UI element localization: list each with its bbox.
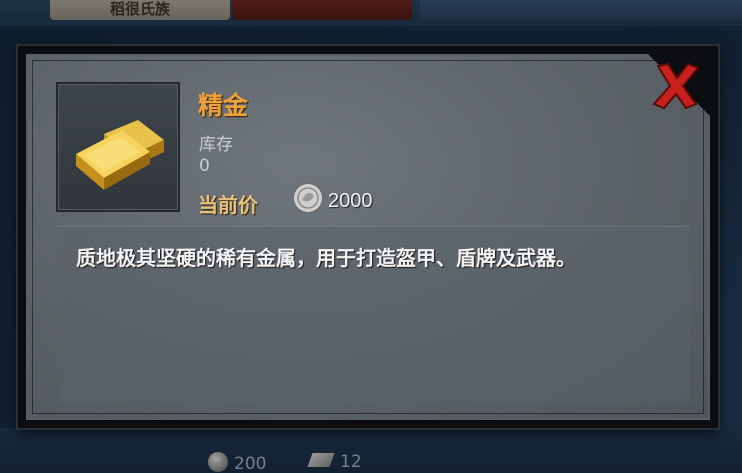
close-button[interactable] [650, 60, 702, 112]
gold-ingot-icon [76, 120, 164, 190]
item-description: 质地极其坚硬的稀有金属，用于打造盔甲、盾牌及武器。 [76, 246, 576, 270]
stock-value: 0 [199, 156, 210, 176]
price-label: 当前价 [198, 193, 258, 217]
close-x-icon [652, 62, 700, 110]
item-icon-frame [56, 82, 180, 212]
item-detail-dialog: 精金 库存 0 当前价 2000 质地极其坚硬的稀有金属，用于打造盔甲、盾牌及武… [18, 46, 718, 428]
description-panel: 质地极其坚硬的稀有金属，用于打造盔甲、盾牌及武器。 [58, 226, 690, 403]
dialog-body: 精金 库存 0 当前价 2000 质地极其坚硬的稀有金属，用于打造盔甲、盾牌及武… [26, 54, 710, 420]
item-name: 精金 [198, 91, 249, 120]
price-value: 2000 [328, 190, 373, 212]
silver-coin-icon [292, 182, 324, 214]
stock-label: 库存 [199, 135, 233, 155]
